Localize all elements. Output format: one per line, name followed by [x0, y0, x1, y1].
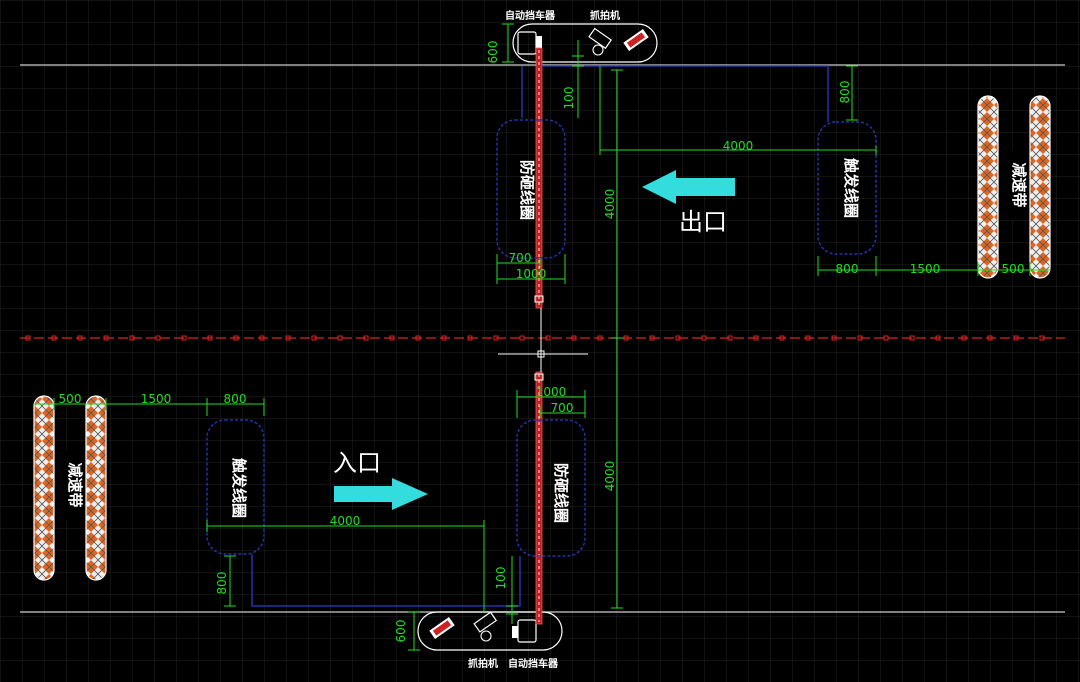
bottom-speed-bump-2 [85, 395, 107, 581]
dim-bottom-4000-h: 4000 [330, 514, 361, 528]
top-speed-bump-1 [977, 95, 999, 279]
dim-bottom-100: 100 [494, 567, 508, 590]
dim-top-600: 600 [486, 41, 500, 64]
dim-top-1000: 1000 [516, 267, 547, 281]
top-speed-bump-2 [1029, 95, 1051, 279]
dim-top-100: 100 [562, 87, 576, 110]
parking-gate-layout-drawing: 自动挡车器 抓拍机 防砸线圈 触发线圈 出口 减速带 抓拍机 自动挡车器 防砸线… [0, 0, 1080, 682]
dim-bottom-500: 500 [59, 392, 82, 406]
bottom-anti-smash-coil-label: 防砸线圈 [552, 463, 570, 523]
dim-bottom-800: 800 [215, 572, 229, 595]
dim-top-4000-v: 4000 [603, 189, 617, 220]
top-anti-smash-coil-label: 防砸线圈 [518, 160, 536, 220]
bottom-barrier-label: 自动挡车器 [508, 657, 559, 670]
bottom-trigger-coil-label: 触发线圈 [230, 458, 248, 518]
dim-top-700: 700 [509, 251, 532, 265]
dim-bottom-700: 700 [551, 401, 574, 415]
bottom-barrier-arm [534, 371, 544, 625]
dim-top-1500: 1500 [910, 262, 941, 276]
top-speed-bump-label: 减速带 [1010, 162, 1028, 207]
dim-top-800: 800 [838, 81, 852, 104]
barrier-pivot-icon [512, 626, 518, 638]
dim-bottom-1500: 1500 [141, 392, 172, 406]
dim-top-800-h: 800 [836, 262, 859, 276]
exit-label: 出口 [679, 208, 727, 236]
dim-bottom-1000: 1000 [536, 385, 567, 399]
dim-bottom-600: 600 [394, 620, 408, 643]
entrance-label: 入口 [333, 449, 381, 477]
top-camera-label: 抓拍机 [590, 9, 620, 22]
dim-bottom-4000-v: 4000 [603, 461, 617, 492]
top-barrier-label: 自动挡车器 [505, 9, 556, 22]
bottom-camera-label: 抓拍机 [468, 657, 498, 670]
top-trigger-coil-label: 触发线圈 [842, 158, 860, 218]
barrier-pivot-icon [536, 36, 542, 48]
dim-top-4000-h: 4000 [723, 139, 754, 153]
dim-top-500: 500 [1002, 262, 1025, 276]
bottom-speed-bump-1 [33, 395, 55, 581]
dim-bottom-800-h: 800 [224, 392, 247, 406]
bottom-speed-bump-label: 减速带 [66, 462, 84, 507]
